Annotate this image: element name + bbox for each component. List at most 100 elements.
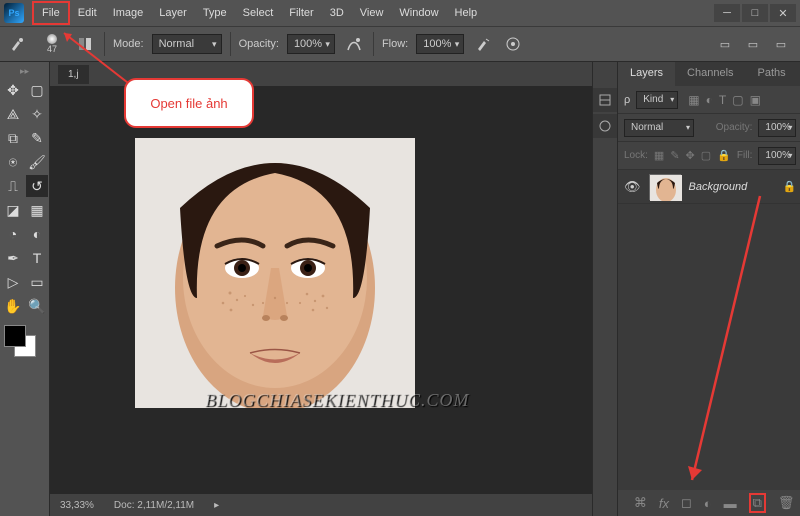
brush-tool[interactable]: 🖌	[26, 151, 48, 173]
layer-kind-filter[interactable]: Kind	[636, 91, 678, 109]
panel-toggle-icon[interactable]: ▭	[742, 33, 764, 55]
panel-toggle-icon[interactable]: ▭	[770, 33, 792, 55]
menu-view[interactable]: View	[352, 3, 392, 23]
menu-image[interactable]: Image	[105, 3, 152, 23]
menu-select[interactable]: Select	[235, 3, 282, 23]
lock-icon: 🔒	[783, 180, 797, 193]
window-maximize-button[interactable]: □	[742, 4, 768, 22]
document-tab[interactable]: 1,j	[58, 65, 89, 84]
annotation-callout: Open file ảnh	[124, 78, 254, 128]
gradient-tool[interactable]: ▦	[26, 199, 48, 221]
menu-3d[interactable]: 3D	[322, 3, 352, 23]
canvas[interactable]	[50, 86, 592, 494]
magic-wand-tool[interactable]: ✧	[26, 103, 48, 125]
new-group-button[interactable]: ▬	[724, 496, 737, 511]
opacity-select[interactable]: 100%	[287, 34, 335, 54]
new-layer-button[interactable]: ⧉	[749, 493, 766, 513]
divider	[104, 32, 105, 56]
dodge-tool[interactable]: ◐	[26, 223, 48, 245]
panel-toggle-icon[interactable]: ▭	[714, 33, 736, 55]
window-minimize-button[interactable]: ─	[714, 4, 740, 22]
layer-opacity-label: Opacity:	[716, 122, 753, 133]
menu-type[interactable]: Type	[195, 3, 235, 23]
lock-all-icon[interactable]: 🔒	[717, 149, 731, 162]
filter-shape-icon[interactable]: ▢	[732, 93, 743, 107]
zoom-tool[interactable]: 🔍	[26, 295, 48, 317]
doc-size-label: Doc: 2,11M/2,11M	[114, 500, 194, 511]
visibility-toggle-icon[interactable]: 👁	[624, 179, 641, 195]
layer-name: Background	[689, 181, 775, 193]
collapsed-panel-icon[interactable]	[593, 114, 617, 138]
zoom-level: 33,33%	[60, 500, 94, 511]
filter-smart-icon[interactable]: ▣	[750, 93, 761, 107]
tab-channels[interactable]: Channels	[675, 62, 745, 86]
color-swatches[interactable]	[2, 325, 42, 365]
collapsed-panel-icon[interactable]	[593, 88, 617, 112]
layer-opacity-select[interactable]: 100%	[758, 119, 796, 137]
window-close-button[interactable]: ✕	[770, 4, 796, 22]
menu-filter[interactable]: Filter	[281, 3, 321, 23]
type-tool[interactable]: T	[26, 247, 48, 269]
link-layers-button[interactable]: ⌘	[634, 495, 647, 511]
document-image	[135, 138, 415, 408]
layer-fill-select[interactable]: 100%	[758, 147, 796, 165]
layer-style-button[interactable]: fx	[659, 496, 669, 511]
face-illustration	[135, 138, 415, 408]
opacity-label: Opacity:	[239, 38, 279, 50]
callout-text: Open file ảnh	[150, 96, 227, 111]
brush-size-label: 47	[47, 44, 57, 54]
menu-edit[interactable]: Edit	[70, 3, 105, 23]
layer-row[interactable]: 👁 Background 🔒	[618, 170, 800, 204]
fill-label: Fill:	[737, 150, 753, 161]
eraser-tool[interactable]: ◪	[2, 199, 24, 221]
adjustment-layer-button[interactable]: ◐	[704, 496, 712, 511]
lasso-tool[interactable]: ⟁	[2, 103, 24, 125]
lock-transparency-icon[interactable]: ▦	[654, 149, 664, 162]
tab-layers[interactable]: Layers	[618, 62, 675, 86]
flow-label: Flow:	[382, 38, 408, 50]
marquee-tool[interactable]: ▢	[26, 79, 48, 101]
filter-type-icon[interactable]: T	[719, 93, 726, 107]
brush-dot-icon	[47, 34, 57, 44]
menu-help[interactable]: Help	[447, 3, 486, 23]
delete-layer-button[interactable]: 🗑	[778, 495, 795, 511]
tool-preset-picker[interactable]	[8, 33, 30, 55]
pressure-opacity-button[interactable]	[343, 33, 365, 55]
rectangle-tool[interactable]: ▭	[26, 271, 48, 293]
app-logo: Ps	[4, 3, 24, 23]
hand-tool[interactable]: ✋	[2, 295, 24, 317]
status-chevron-icon[interactable]: ▸	[214, 500, 219, 511]
divider	[373, 32, 374, 56]
pressure-size-button[interactable]	[502, 33, 524, 55]
layer-thumbnail	[649, 174, 681, 200]
layer-mask-button[interactable]: ◻	[681, 495, 692, 511]
foreground-color-swatch[interactable]	[4, 325, 26, 347]
pen-tool[interactable]: ✒	[2, 247, 24, 269]
blur-tool[interactable]: ◔	[2, 223, 24, 245]
eyedropper-tool[interactable]: ✎	[26, 127, 48, 149]
flow-select[interactable]: 100%	[416, 34, 464, 54]
path-selection-tool[interactable]: ▷	[2, 271, 24, 293]
brush-preset-picker[interactable]: 47	[38, 30, 66, 58]
tab-paths[interactable]: Paths	[746, 62, 798, 86]
lock-artboard-icon[interactable]: ▢	[701, 149, 711, 162]
blend-mode-select[interactable]: Normal	[152, 34, 222, 54]
airbrush-button[interactable]	[472, 33, 494, 55]
history-brush-tool[interactable]: ↺	[26, 175, 48, 197]
menu-window[interactable]: Window	[391, 3, 446, 23]
tools-panel: ▸▸ ✥ ▢ ⟁ ✧ ⧉ ✎ ⍟ 🖌 ⎍ ↺ ◪ ▦ ◔ ◐ ✒ T ▷ ▭ ✋…	[0, 62, 50, 516]
menu-layer[interactable]: Layer	[151, 3, 195, 23]
filter-pixel-icon[interactable]: ▦	[688, 93, 699, 107]
lock-label: Lock:	[624, 150, 648, 161]
divider	[230, 32, 231, 56]
layer-blend-mode-select[interactable]: Normal	[624, 119, 694, 137]
move-tool[interactable]: ✥	[2, 79, 24, 101]
menu-file[interactable]: File	[32, 1, 70, 25]
healing-brush-tool[interactable]: ⍟	[2, 151, 24, 173]
crop-tool[interactable]: ⧉	[2, 127, 24, 149]
filter-adjustment-icon[interactable]: ◐	[706, 93, 713, 107]
stamp-tool[interactable]: ⎍	[2, 175, 24, 197]
lock-position-icon[interactable]: ✥	[686, 149, 695, 162]
lock-paint-icon[interactable]: ✎	[670, 149, 679, 162]
brush-panel-button[interactable]	[74, 33, 96, 55]
